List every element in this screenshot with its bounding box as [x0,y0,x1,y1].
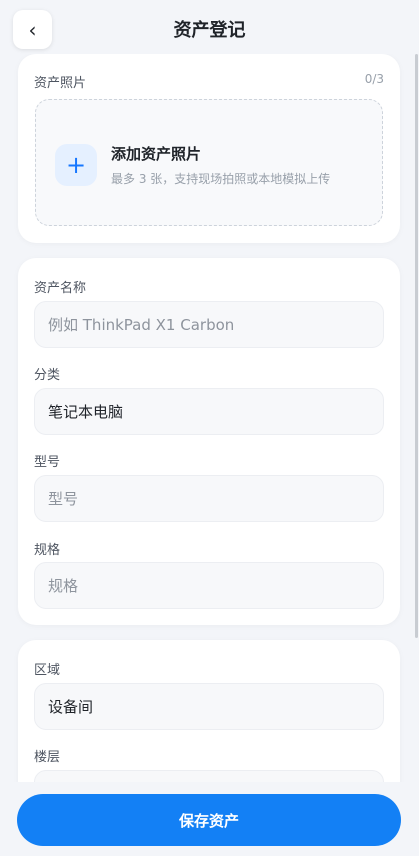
form-scroll-area[interactable]: 资产照片 0/3 + 添加资产照片 最多 3 张，支持现场拍照或本地模拟上传 资… [0,54,419,782]
model-label: 型号 [34,455,61,470]
add-photo-title: 添加资产照片 [111,145,202,163]
floor-input[interactable] [34,770,384,782]
spec-label: 规格 [34,543,61,558]
category-select[interactable]: 笔记本电脑 [34,388,384,435]
basic-info-card: 资产名称 例如 ThinkPad X1 Carbon 分类 笔记本电脑 型号 型… [18,258,400,625]
add-photo-icon[interactable]: + [55,144,97,186]
footer-bar: 保存资产 [0,782,419,856]
floor-label: 楼层 [34,750,61,765]
location-card: 区域 设备间 楼层 [18,640,400,782]
save-asset-button[interactable]: 保存资产 [17,794,401,846]
area-select[interactable]: 设备间 [34,683,384,730]
page-title: 资产登记 [173,20,246,41]
photos-label: 资产照片 [34,76,87,91]
asset-name-input[interactable]: 例如 ThinkPad X1 Carbon [34,301,384,348]
asset-name-label: 资产名称 [34,281,87,296]
photo-count: 0/3 [364,72,384,86]
area-label: 区域 [34,663,61,678]
photo-upload-zone[interactable]: + 添加资产照片 最多 3 张，支持现场拍照或本地模拟上传 [35,99,383,226]
category-label: 分类 [34,368,61,383]
photos-card: 资产照片 0/3 + 添加资产照片 最多 3 张，支持现场拍照或本地模拟上传 [18,54,400,243]
app-header: ‹ 资产登记 [0,0,419,58]
model-input[interactable]: 型号 [34,475,384,522]
spec-input[interactable]: 规格 [34,562,384,609]
plus-icon: + [65,151,87,179]
scrollbar[interactable] [415,54,418,638]
add-photo-hint: 最多 3 张，支持现场拍照或本地模拟上传 [111,172,331,186]
